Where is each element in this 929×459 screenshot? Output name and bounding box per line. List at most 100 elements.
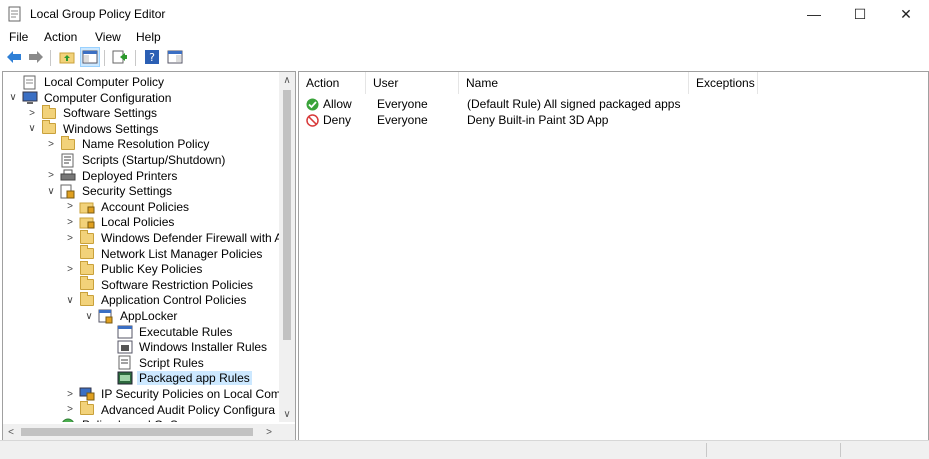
scroll-up-arrow-icon[interactable]: ∧ bbox=[279, 72, 295, 88]
menu-action[interactable]: Action bbox=[44, 30, 77, 44]
rule-row[interactable]: Deny Everyone Deny Built-in Paint 3D App bbox=[299, 112, 928, 128]
ip-security-icon bbox=[79, 386, 95, 402]
tree-vertical-scroll-thumb[interactable] bbox=[283, 90, 291, 340]
tree-node-label: Public Key Policies bbox=[101, 262, 203, 277]
expand-chevron-icon[interactable]: > bbox=[64, 402, 76, 418]
expand-chevron-icon[interactable]: > bbox=[26, 105, 38, 121]
tree-node[interactable]: Software Restriction Policies bbox=[64, 276, 255, 293]
policy-doc-icon bbox=[22, 74, 38, 90]
qos-icon bbox=[60, 417, 76, 422]
tree-node[interactable]: Windows Installer Rules bbox=[102, 339, 269, 355]
tree-node[interactable]: Executable Rules bbox=[102, 324, 234, 340]
tree-horizontal-scroll-thumb[interactable] bbox=[21, 428, 253, 436]
tree-node[interactable]: > Account Policies bbox=[64, 199, 191, 215]
tree-node[interactable]: ∨ Application Control Policies bbox=[64, 291, 248, 308]
tree-node[interactable]: Scripts (Startup/Shutdown) bbox=[45, 152, 227, 168]
tree-node[interactable]: > Policy-based QoS bbox=[45, 417, 180, 422]
rule-user: Everyone bbox=[377, 97, 428, 111]
column-header-user[interactable]: User bbox=[366, 72, 459, 94]
applocker-icon bbox=[98, 308, 114, 324]
tree-node-label: AppLocker bbox=[120, 309, 178, 323]
collapse-chevron-icon[interactable]: ∨ bbox=[26, 121, 38, 137]
tree-node[interactable]: > Advanced Audit Policy Configura bbox=[64, 401, 277, 418]
help-button[interactable]: ? bbox=[143, 48, 161, 66]
tree-node[interactable]: > IP Security Policies on Local Com bbox=[64, 386, 279, 402]
expand-chevron-icon[interactable]: > bbox=[45, 136, 57, 152]
menu-file[interactable]: File bbox=[9, 30, 28, 44]
expand-chevron-icon[interactable]: > bbox=[64, 261, 76, 277]
tree-node[interactable]: ∨ Computer Configuration bbox=[7, 90, 173, 106]
column-header-exceptions[interactable]: Exceptions bbox=[689, 72, 758, 94]
scroll-left-arrow-icon[interactable]: < bbox=[3, 424, 19, 440]
tree-node[interactable]: Local Computer Policy bbox=[7, 74, 166, 90]
tree-node[interactable]: > Local Policies bbox=[64, 214, 176, 230]
tree-node-label: Windows Defender Firewall with A bbox=[101, 231, 279, 245]
column-header-name[interactable]: Name bbox=[459, 72, 689, 94]
console-tree: Local Computer Policy ∨ Computer Configura… bbox=[3, 72, 279, 422]
expand-chevron-icon[interactable]: > bbox=[45, 417, 57, 422]
tree-node[interactable]: Network List Manager Policies bbox=[64, 245, 264, 262]
collapse-chevron-icon[interactable]: ∨ bbox=[45, 183, 57, 199]
tree-node[interactable]: ∨ Security Settings bbox=[45, 183, 174, 199]
tree-node-label: Software Settings bbox=[63, 106, 158, 121]
up-one-level-button[interactable] bbox=[58, 48, 76, 66]
expand-chevron-icon[interactable]: > bbox=[64, 199, 76, 215]
tree-vertical-scrollbar[interactable]: ∧ ∨ bbox=[279, 72, 295, 422]
export-list-icon bbox=[112, 50, 127, 64]
tree-node[interactable]: Script Rules bbox=[102, 355, 206, 371]
tree-node[interactable]: > Name Resolution Policy bbox=[45, 135, 211, 152]
column-header-action[interactable]: Action bbox=[299, 72, 366, 94]
scroll-down-arrow-icon[interactable]: ∨ bbox=[279, 406, 295, 422]
menu-view[interactable]: View bbox=[95, 30, 121, 44]
expand-chevron-icon[interactable]: > bbox=[64, 214, 76, 230]
tree-node[interactable]: > Windows Defender Firewall with A bbox=[64, 229, 279, 246]
export-list-button[interactable] bbox=[111, 48, 129, 66]
svg-text:?: ? bbox=[149, 51, 155, 64]
expand-chevron-icon[interactable]: > bbox=[45, 168, 57, 184]
back-button[interactable] bbox=[5, 48, 23, 66]
close-icon: ✕ bbox=[900, 5, 912, 22]
folder-up-icon bbox=[59, 52, 75, 64]
folder-icon bbox=[41, 104, 57, 121]
tree-node[interactable]: ∨ Windows Settings bbox=[26, 120, 160, 137]
console-tree-pane[interactable]: Local Computer Policy ∨ Computer Configura… bbox=[2, 71, 296, 441]
folder-icon bbox=[79, 291, 95, 308]
tree-node[interactable]: > Deployed Printers bbox=[45, 168, 179, 184]
scroll-right-arrow-icon[interactable]: > bbox=[261, 424, 277, 440]
expand-chevron-icon[interactable]: > bbox=[64, 386, 76, 402]
maximize-button[interactable]: ☐ bbox=[837, 0, 883, 28]
tree-horizontal-scrollbar[interactable]: < > bbox=[3, 424, 279, 440]
collapse-chevron-icon[interactable]: ∨ bbox=[7, 90, 19, 106]
show-hide-tree-button[interactable] bbox=[80, 47, 100, 67]
tree-node[interactable]: > Software Settings bbox=[26, 104, 159, 121]
close-button[interactable]: ✕ bbox=[883, 0, 929, 28]
title-bar: Local Group Policy Editor — ☐ ✕ bbox=[0, 0, 929, 28]
rule-name: Deny Built-in Paint 3D App bbox=[467, 113, 609, 127]
expand-chevron-icon[interactable]: > bbox=[64, 230, 76, 246]
maximize-icon: ☐ bbox=[853, 5, 867, 22]
collapse-chevron-icon[interactable]: ∨ bbox=[83, 308, 95, 324]
tree-node[interactable]: Packaged app Rules bbox=[102, 370, 252, 386]
menu-help[interactable]: Help bbox=[136, 30, 161, 44]
folder-icon bbox=[60, 135, 76, 152]
rule-row[interactable]: Allow Everyone (Default Rule) All signed… bbox=[299, 96, 928, 112]
tree-node-label: Name Resolution Policy bbox=[82, 137, 210, 152]
help-icon: ? bbox=[145, 50, 159, 64]
collapse-chevron-icon[interactable]: ∨ bbox=[64, 292, 76, 308]
show-action-pane-button[interactable] bbox=[166, 48, 184, 66]
rule-name: (Default Rule) All signed packaged apps bbox=[467, 97, 681, 111]
rules-icon bbox=[117, 324, 133, 340]
minimize-button[interactable]: — bbox=[791, 0, 837, 28]
tree-node-label: Scripts (Startup/Shutdown) bbox=[82, 153, 226, 167]
rule-action: Deny bbox=[323, 113, 352, 127]
tree-node-label: Windows Installer Rules bbox=[139, 340, 268, 355]
forward-button[interactable] bbox=[27, 48, 45, 66]
details-pane[interactable]: Action User Name Exceptions Allow Everyo… bbox=[298, 71, 929, 441]
tree-node[interactable]: ∨ AppLocker bbox=[83, 308, 179, 324]
script-icon bbox=[60, 152, 76, 168]
tree-node-label: Executable Rules bbox=[139, 324, 233, 339]
tree-node[interactable]: > Public Key Policies bbox=[64, 260, 204, 277]
